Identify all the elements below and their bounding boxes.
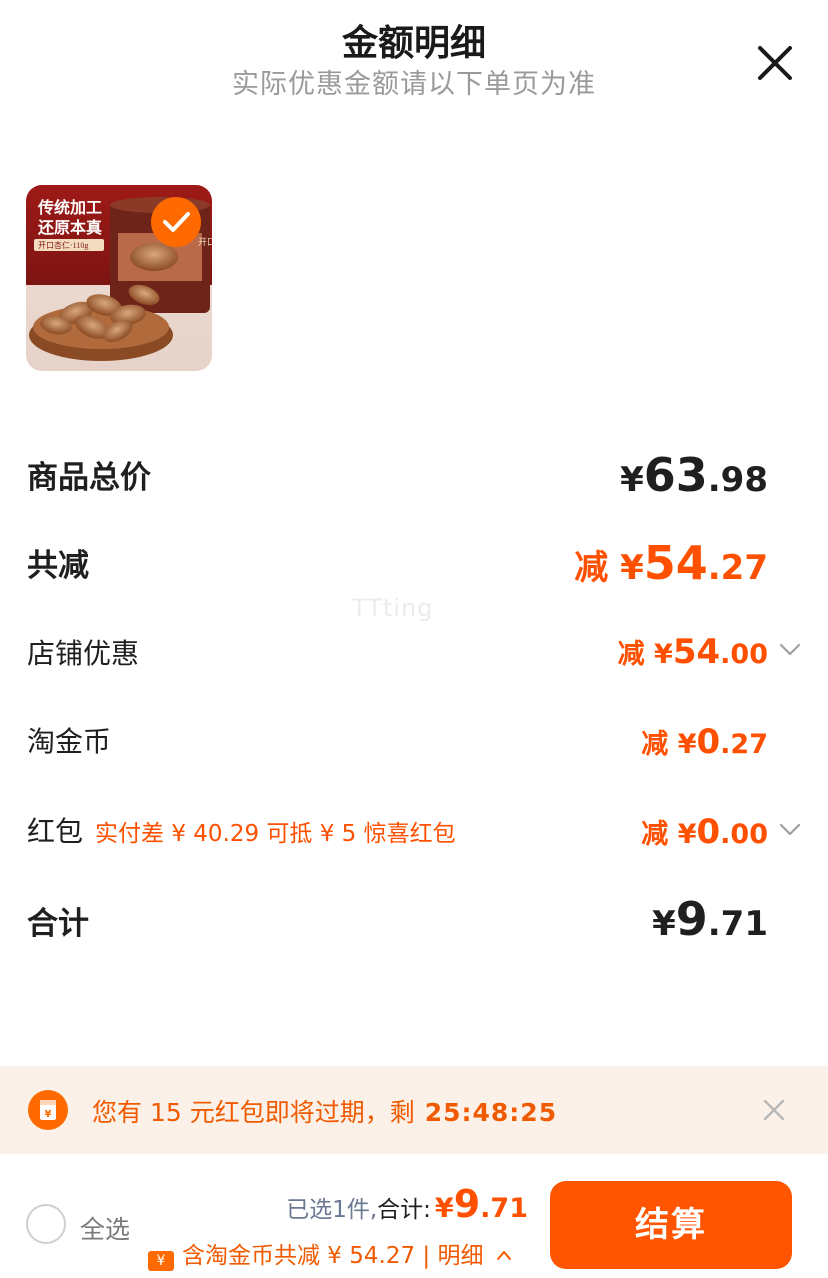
product-thumbnail[interactable]: 开口杏仁 传统加工 还原本真 开口杏仁·110g	[26, 185, 212, 371]
chevron-down-icon[interactable]	[778, 638, 802, 662]
select-all-checkbox[interactable]	[26, 1204, 66, 1244]
taojinbi-amount: 减 ¥0.27	[641, 722, 768, 762]
hongbao-label-group: 红包 实付差 ¥ 40.29 可抵 ¥ 5 惊喜红包	[27, 810, 456, 850]
close-button[interactable]	[752, 40, 798, 86]
can-label: 开口杏仁	[198, 236, 212, 247]
total-price-int: 9	[453, 1182, 481, 1226]
page-title: 金额明细	[341, 23, 486, 64]
svg-text:¥: ¥	[45, 1109, 52, 1120]
hongbao-expiry-banner[interactable]: ¥ 您有 15 元红包即将过期，剩 25:48:25	[0, 1066, 828, 1154]
thumb-text-1: 传统加工	[37, 198, 102, 217]
page-subtitle: 实际优惠金额请以下单页为准	[232, 69, 596, 100]
thumb-text-2: 还原本真	[37, 218, 102, 237]
close-icon	[758, 46, 792, 80]
thumb-tag: 开口杏仁·110g	[38, 240, 88, 250]
total-price-dec: .71	[480, 1193, 528, 1224]
row-total-discount: 共减 减 ¥54.27	[0, 536, 828, 590]
checkout-button[interactable]: 结算	[550, 1181, 792, 1269]
order-summary: 已选1件,合计: ¥9.71	[286, 1182, 528, 1226]
banner-text: 您有 15 元红包即将过期，剩	[92, 1098, 415, 1127]
watermark: TTting	[352, 594, 434, 622]
hongbao-hint: 实付差 ¥ 40.29 可抵 ¥ 5 惊喜红包	[95, 821, 456, 847]
total-label: 合计:	[377, 1197, 431, 1223]
shop-discount-amount: 减 ¥54.00	[617, 632, 768, 672]
chevron-down-icon[interactable]	[778, 818, 802, 842]
hongbao-label: 红包	[27, 815, 84, 848]
row-shop-discount[interactable]: 店铺优惠 减 ¥54.00	[0, 630, 828, 674]
coin-discount-detail-link[interactable]: ¥ 含淘金币共减 ¥ 54.27 | 明细	[148, 1236, 513, 1271]
banner-text-line: 您有 15 元红包即将过期，剩 25:48:25	[92, 1093, 557, 1129]
total-price-label: 商品总价	[27, 460, 151, 496]
row-hongbao[interactable]: 红包 实付差 ¥ 40.29 可抵 ¥ 5 惊喜红包 减 ¥0.00	[0, 808, 828, 852]
shop-discount-label: 店铺优惠	[27, 637, 140, 670]
coin-summary-text: 含淘金币共减 ¥ 54.27 | 明细	[182, 1243, 484, 1269]
coupon-icon: ¥	[148, 1251, 174, 1271]
hongbao-icon: ¥	[28, 1090, 68, 1130]
hongbao-amount: 减 ¥0.00	[641, 812, 768, 852]
taojinbi-label: 淘金币	[27, 725, 112, 758]
selected-count: 已选1件,	[286, 1197, 378, 1223]
countdown-timer: 25:48:25	[424, 1098, 558, 1127]
subtotal-label: 合计	[27, 906, 89, 942]
row-taojinbi: 淘金币 减 ¥0.27	[0, 718, 828, 762]
row-total-price: 商品总价 ¥63.98	[0, 448, 828, 502]
row-subtotal: 合计 ¥9.71	[0, 892, 828, 946]
select-all-label[interactable]: 全选	[80, 1210, 130, 1246]
product-image: 开口杏仁 传统加工 还原本真 开口杏仁·110g	[26, 185, 212, 371]
bottom-checkout-bar: 全选 已选1件,合计: ¥9.71 ¥ 含淘金币共减 ¥ 54.27 | 明细 结算	[0, 1154, 828, 1278]
chevron-up-icon	[496, 1251, 511, 1260]
subtotal-amount: ¥9.71	[652, 892, 768, 946]
close-icon[interactable]	[762, 1098, 786, 1122]
total-price-amount: ¥63.98	[620, 448, 768, 502]
selected-check-badge	[151, 197, 201, 247]
total-discount-amount: 减 ¥54.27	[574, 536, 768, 590]
total-discount-label: 共减	[27, 548, 89, 584]
